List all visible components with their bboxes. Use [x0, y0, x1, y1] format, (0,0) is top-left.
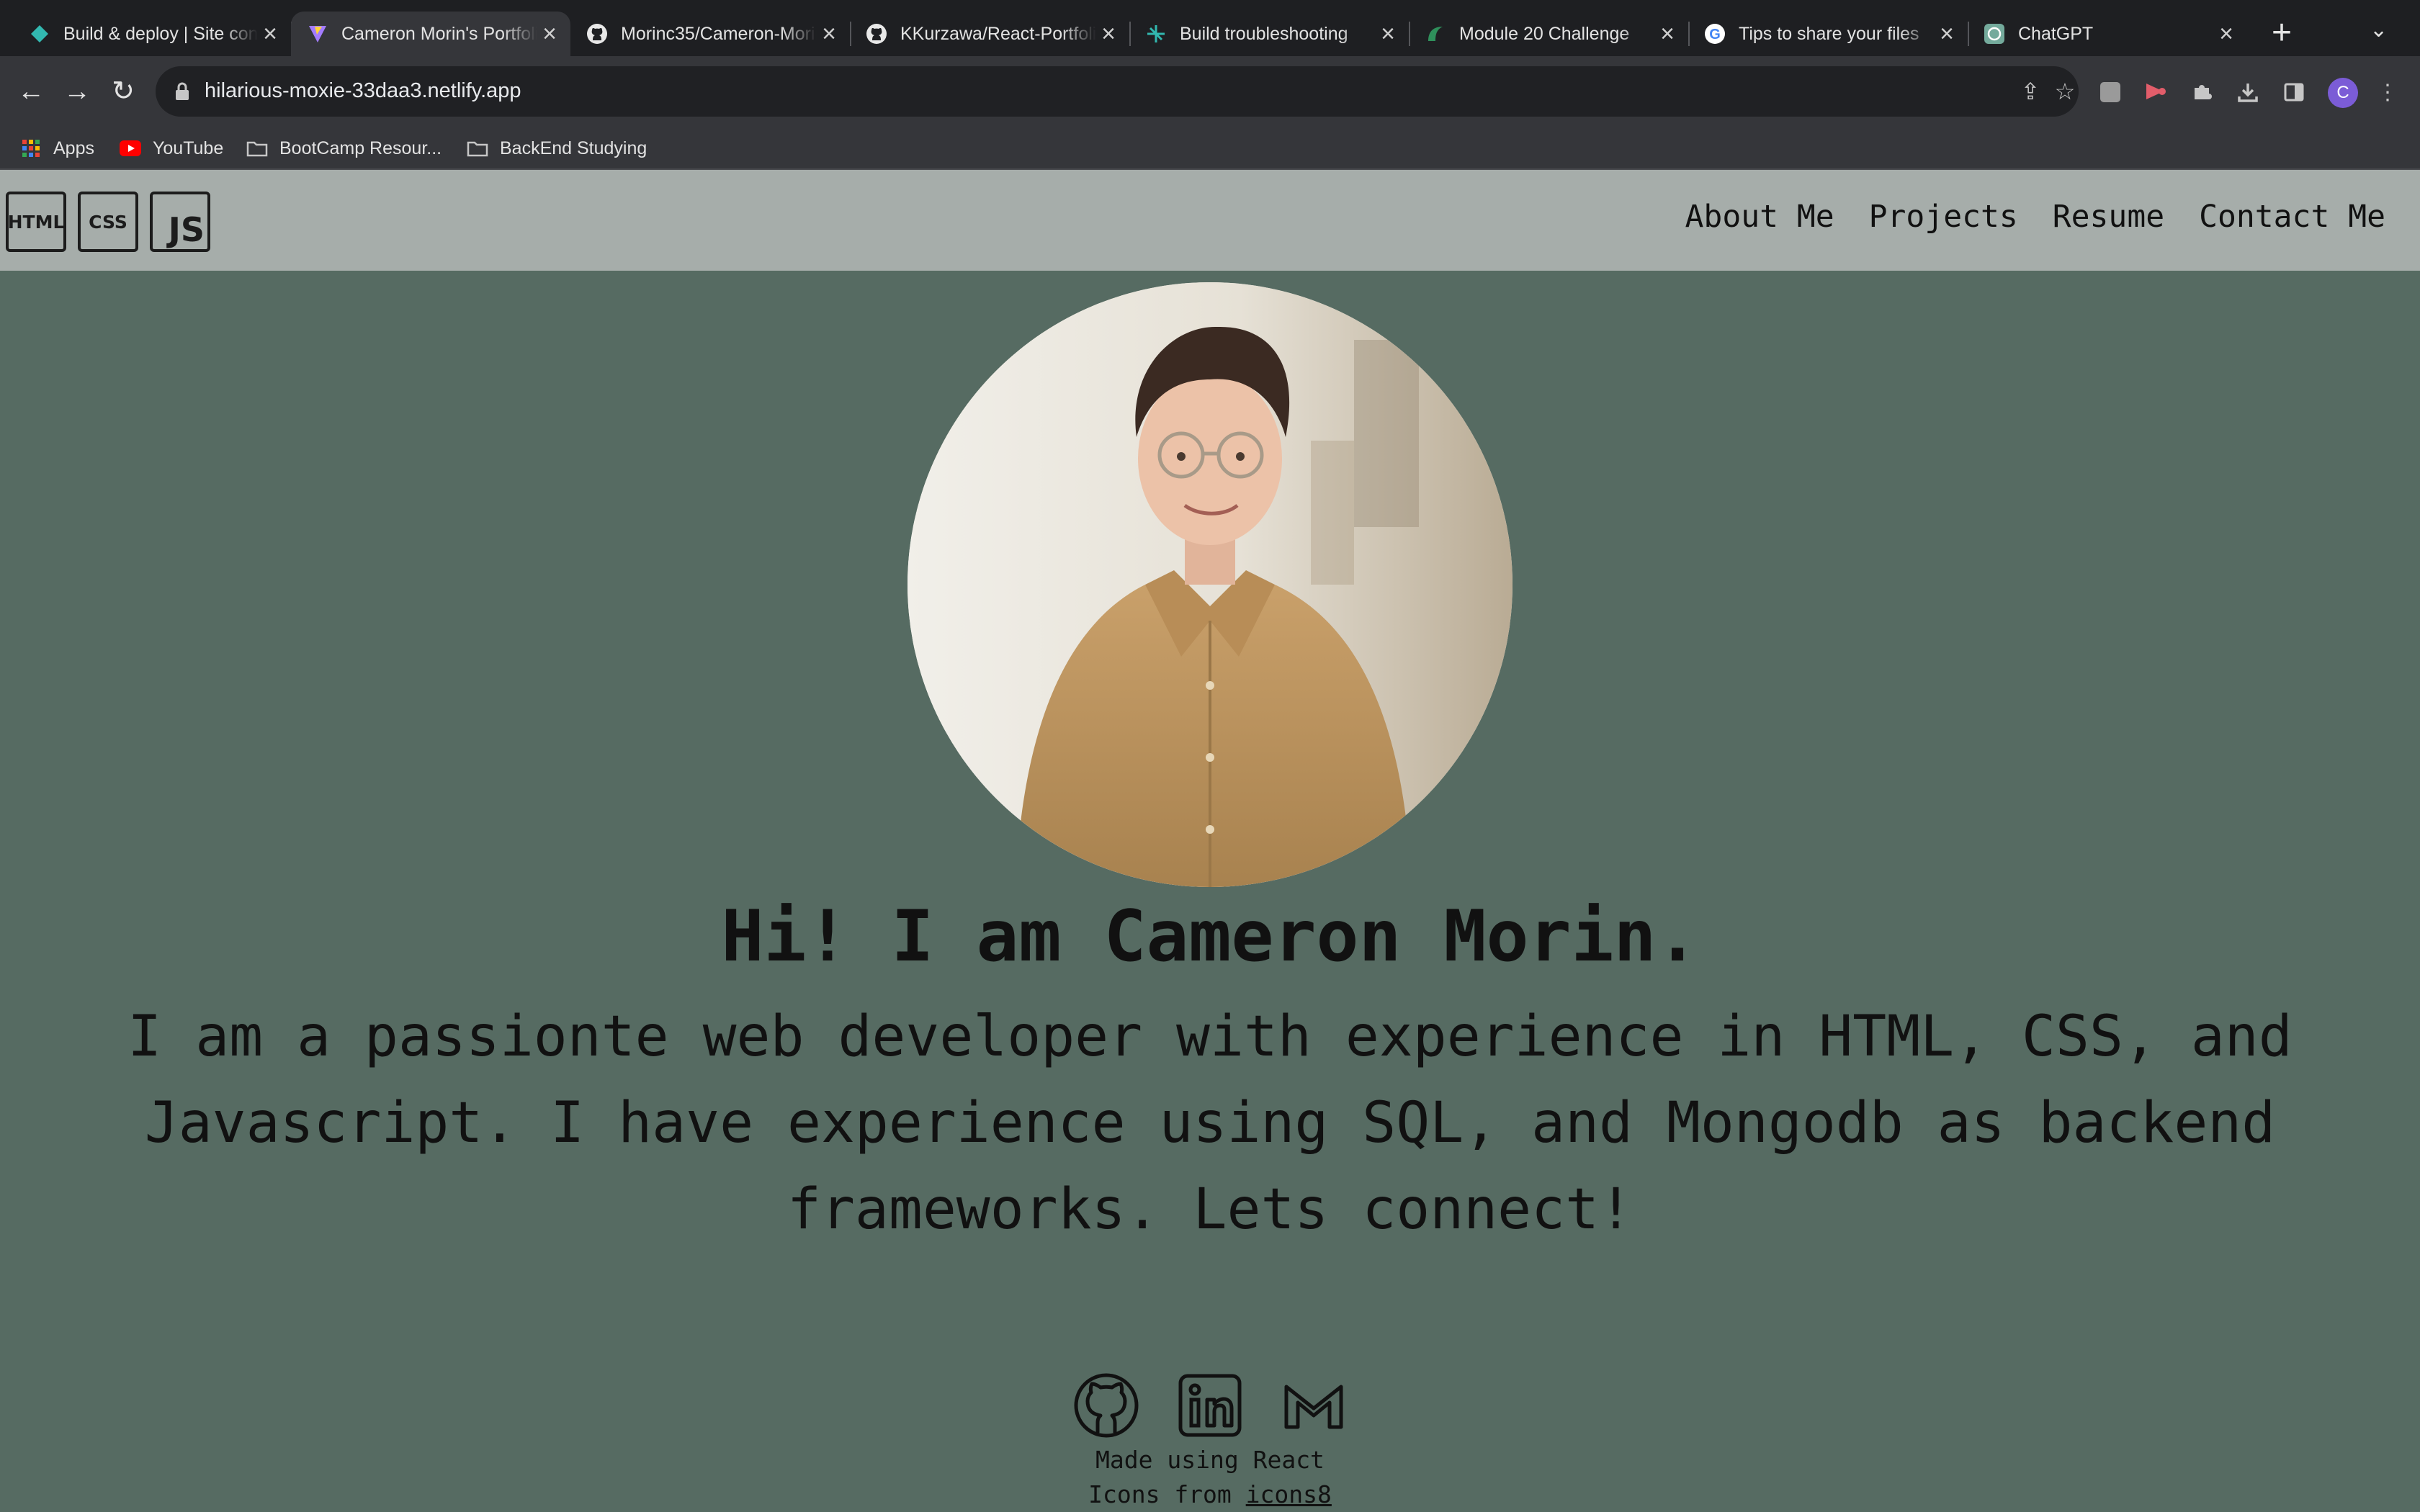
bootcamp-icon: [1425, 23, 1446, 45]
close-tab-icon[interactable]: ×: [1935, 20, 1959, 48]
html-logo: HTML: [6, 192, 66, 252]
bookmark-folder-bootcamp[interactable]: BootCamp Resour...: [246, 135, 442, 161]
download-icon[interactable]: [2236, 81, 2260, 105]
tab-title: Cameron Morin's Portfolio: [341, 23, 537, 44]
js-logo: JS: [150, 192, 210, 252]
back-button[interactable]: ←: [13, 73, 49, 109]
tab-search-chevron-icon[interactable]: ⌄: [2370, 17, 2388, 42]
bookmark-youtube[interactable]: YouTube: [120, 135, 223, 161]
address-bar[interactable]: hilarious-moxie-33daa3.netlify.app ⇪ ☆: [156, 66, 2079, 117]
browser-toolbar: ← → ↻ hilarious-moxie-33daa3.netlify.app…: [0, 56, 2420, 127]
gmail-icon[interactable]: [1279, 1371, 1348, 1440]
extension-icon[interactable]: [2098, 81, 2123, 105]
icons-credit: Icons from icons8: [0, 1480, 2420, 1508]
youtube-icon: [120, 139, 141, 158]
apps-grid-icon: [20, 139, 42, 158]
nav-contact-me[interactable]: Contact Me: [2199, 199, 2385, 235]
tab-title: KKurzawa/React-Portfolio: [900, 23, 1096, 44]
profile-photo: [908, 282, 1512, 887]
bookmark-label: BootCamp Resour...: [279, 138, 442, 158]
tab-title: ChatGPT: [2018, 23, 2094, 44]
nav-resume[interactable]: Resume: [2053, 199, 2164, 235]
browser-tab[interactable]: Morinc35/Cameron-Morin-Portfolio ×: [570, 12, 851, 56]
browser-tab[interactable]: Build troubleshooting ×: [1129, 12, 1410, 56]
github-icon[interactable]: [1072, 1371, 1141, 1440]
folder-icon: [246, 139, 268, 158]
github-icon: [586, 23, 608, 45]
share-icon[interactable]: ⇪: [2018, 79, 2043, 104]
svg-text:G: G: [1709, 27, 1721, 42]
tab-title: Build troubleshooting: [1180, 23, 1348, 44]
nav-projects[interactable]: Projects: [1869, 199, 2018, 235]
site-header: HTML CSS JS About Me Projects Resume Con…: [0, 170, 2420, 271]
close-tab-icon[interactable]: ×: [258, 20, 282, 48]
browser-tab[interactable]: KKurzawa/React-Portfolio ×: [850, 12, 1131, 56]
profile-avatar[interactable]: C: [2328, 78, 2358, 108]
icons8-link[interactable]: icons8: [1246, 1480, 1332, 1508]
bookmark-label: YouTube: [153, 138, 224, 158]
lock-icon: [176, 82, 189, 100]
close-tab-icon[interactable]: ×: [1376, 20, 1400, 48]
folder-icon: [467, 139, 488, 158]
vite-icon: [307, 23, 328, 45]
browser-tab-active[interactable]: Cameron Morin's Portfolio ×: [291, 12, 570, 56]
bookmark-folder-backend[interactable]: BackEnd Studying: [467, 135, 647, 161]
tab-title: Morinc35/Cameron-Morin-Portfolio: [621, 23, 817, 44]
bookmark-label: BackEnd Studying: [500, 138, 647, 158]
icons-credit-prefix: Icons from: [1088, 1480, 1232, 1508]
made-with-text: Made using React: [1095, 1446, 1325, 1474]
site-nav: About Me Projects Resume Contact Me: [1685, 199, 2385, 235]
browser-tab[interactable]: ChatGPT ×: [1968, 12, 2247, 56]
close-tab-icon[interactable]: ×: [2214, 20, 2238, 48]
close-tab-icon[interactable]: ×: [1655, 20, 1680, 48]
url-text: hilarious-moxie-33daa3.netlify.app: [205, 79, 521, 102]
nav-about-me[interactable]: About Me: [1685, 199, 1834, 235]
social-links: [0, 1371, 2420, 1440]
tab-title: Module 20 Challenge: [1459, 23, 1630, 44]
browser-tab[interactable]: Build & deploy | Site configuration ×: [0, 12, 292, 56]
screen-recorder-icon[interactable]: [2143, 81, 2168, 105]
netlify-icon: [29, 23, 50, 45]
netlify-icon: [1145, 23, 1167, 45]
reload-button[interactable]: ↻: [105, 73, 141, 109]
new-tab-button[interactable]: +: [2262, 14, 2302, 55]
google-icon: G: [1704, 23, 1726, 45]
browser-menu-icon[interactable]: ⋮: [2375, 81, 2400, 105]
hero-heading: Hi! I am Cameron Morin.: [721, 896, 1699, 978]
bookmarks-bar: Apps YouTube BootCamp Resour... BackEnd …: [0, 127, 2420, 170]
hero-intro: I am a passionte web developer with expe…: [127, 1004, 2293, 1242]
bookmark-apps[interactable]: Apps: [20, 135, 94, 161]
bookmark-star-icon[interactable]: ☆: [2053, 79, 2077, 104]
close-tab-icon[interactable]: ×: [817, 20, 841, 48]
bookmark-label: Apps: [53, 138, 94, 158]
tab-title: Tips to share your files: [1739, 23, 1919, 44]
side-panel-icon[interactable]: [2282, 81, 2306, 105]
forward-button[interactable]: →: [59, 73, 95, 109]
close-tab-icon[interactable]: ×: [1096, 20, 1121, 48]
tab-title: Build & deploy | Site configuration: [63, 23, 258, 44]
browser-tab[interactable]: G Tips to share your files ×: [1688, 12, 1969, 56]
close-tab-icon[interactable]: ×: [537, 20, 562, 48]
github-icon: [866, 23, 887, 45]
linkedin-icon[interactable]: [1175, 1371, 1245, 1440]
chatgpt-icon: [1984, 23, 2005, 45]
css-logo: CSS: [78, 192, 138, 252]
browser-tab[interactable]: Module 20 Challenge ×: [1409, 12, 1690, 56]
puzzle-extensions-icon[interactable]: [2190, 81, 2214, 105]
browser-tab-strip: Build & deploy | Site configuration × Ca…: [0, 0, 2420, 56]
